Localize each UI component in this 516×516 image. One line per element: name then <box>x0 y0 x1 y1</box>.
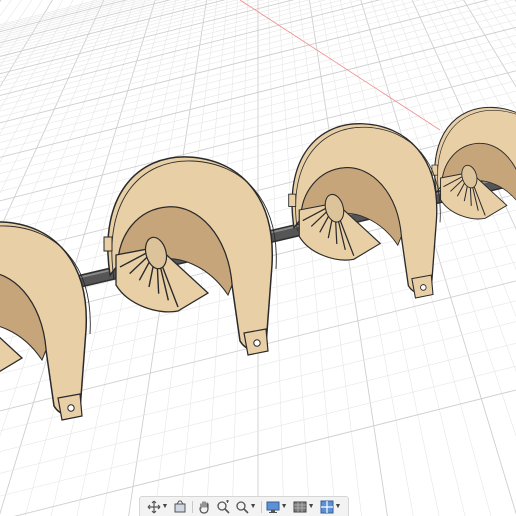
chevron-down-icon[interactable]: ▼ <box>308 499 315 515</box>
chevron-down-icon[interactable]: ▼ <box>250 499 257 515</box>
zoom-window-button[interactable] <box>215 499 231 515</box>
3d-viewport[interactable] <box>0 0 516 516</box>
orbit-icon <box>147 500 160 513</box>
grid-settings-button[interactable]: ▼ <box>292 499 316 515</box>
display-settings-button[interactable]: ▼ <box>265 499 289 515</box>
orbit-button[interactable]: ▼ <box>146 499 170 515</box>
grid-settings-icon <box>293 501 307 512</box>
chevron-down-icon[interactable]: ▼ <box>281 499 288 515</box>
look-at-button[interactable] <box>172 499 188 515</box>
chevron-down-icon[interactable]: ▼ <box>162 499 169 515</box>
look-at-icon <box>174 500 186 512</box>
display-settings-icon <box>266 501 280 513</box>
chevron-down-icon[interactable]: ▼ <box>335 499 342 515</box>
zoom-icon <box>235 500 249 514</box>
viewports-button[interactable]: ▼ <box>319 499 343 515</box>
viewports-icon <box>320 500 334 513</box>
pan-button[interactable] <box>196 499 212 515</box>
navigation-toolbar: ▼ ▼ ▼ ▼ ▼ <box>139 496 349 516</box>
toolbar-divider <box>191 500 193 513</box>
zoom-button[interactable]: ▼ <box>234 499 258 515</box>
toolbar-divider <box>260 500 262 513</box>
zoom-window-icon <box>216 499 230 514</box>
pan-icon <box>198 500 209 514</box>
